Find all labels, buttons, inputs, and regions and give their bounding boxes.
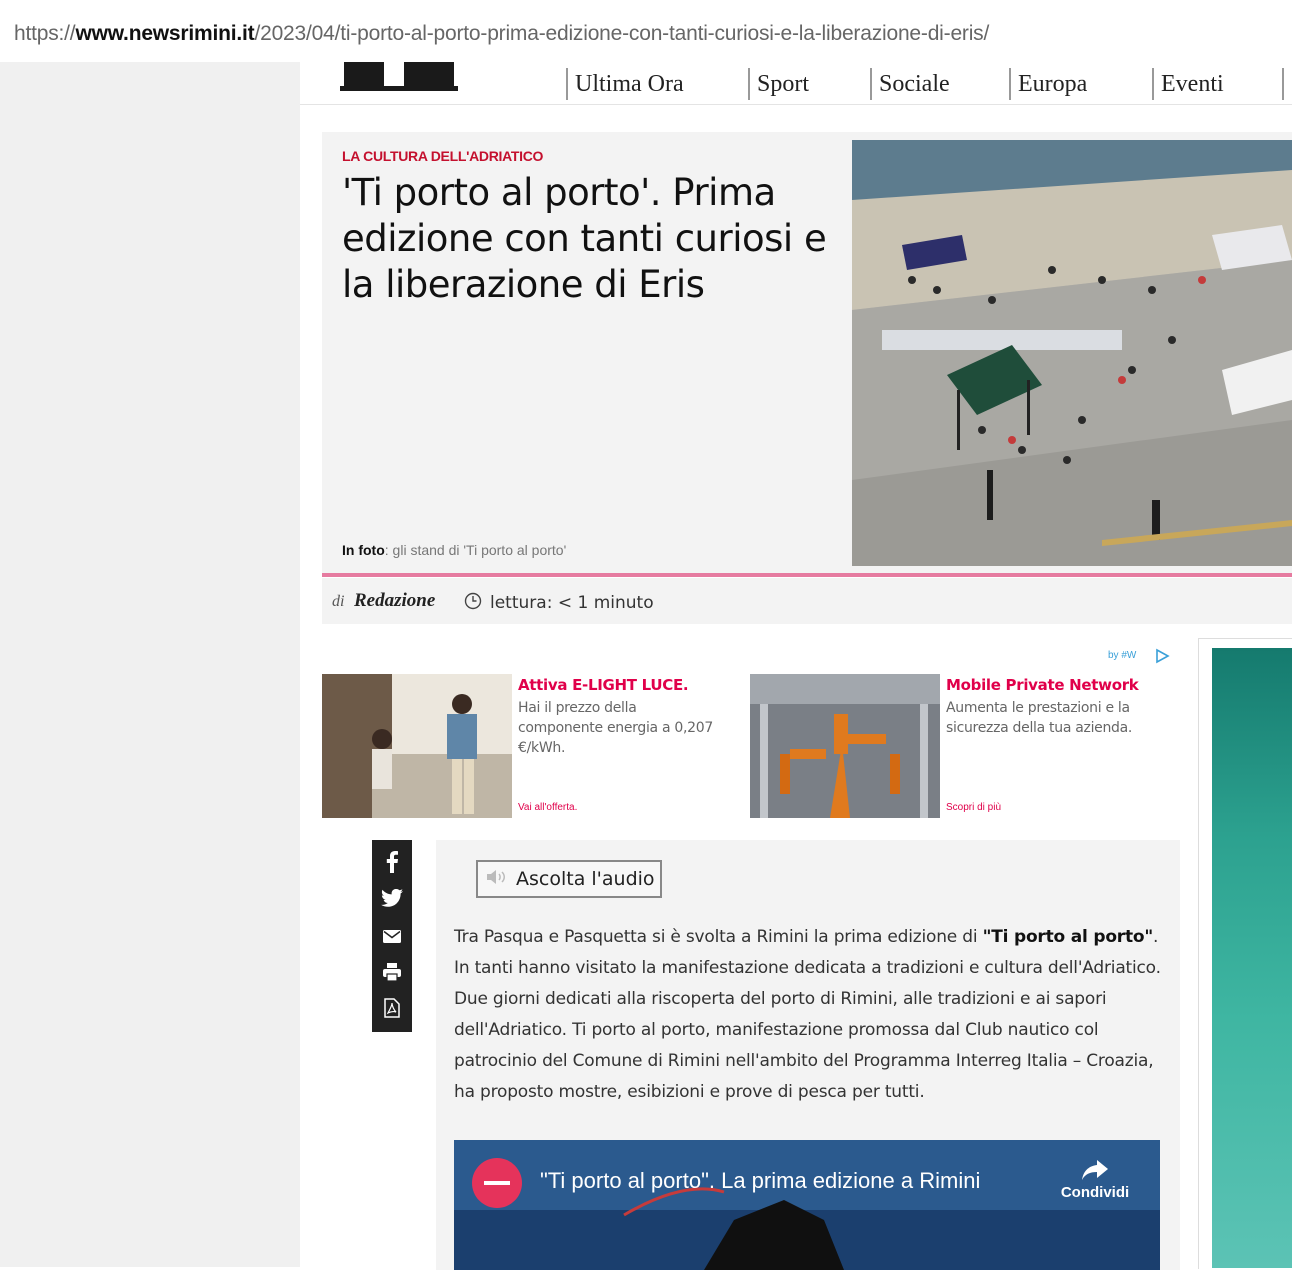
photo-caption: In foto: gli stand di 'Ti porto al porto… [342, 542, 566, 558]
nav-item-sociale[interactable]: Sociale [870, 68, 950, 100]
hero-photo[interactable] [852, 140, 1292, 566]
ad-description: Aumenta le prestazioni e la sicurezza de… [946, 700, 1133, 736]
byline-author[interactable]: Redazione [354, 590, 435, 612]
channel-logo[interactable] [472, 1158, 522, 1208]
nav-separator [1282, 68, 1284, 100]
video-share-label: Condividi [1060, 1184, 1130, 1201]
top-navigation: Ultima Ora Sport Sociale Europa Eventi [300, 62, 1292, 105]
caption-text: : gli stand di 'Ti porto al porto' [384, 542, 567, 558]
page-content: Ultima Ora Sport Sociale Europa Eventi L… [300, 62, 1292, 1270]
article-body: Ascolta l'audio Tra Pasqua e Pasquetta s… [436, 840, 1180, 1270]
body-intro: Tra Pasqua e Pasquetta si è svolta a Rim… [454, 927, 983, 947]
facebook-icon[interactable] [372, 846, 412, 878]
ad-link[interactable]: Scopri di più [946, 802, 1001, 813]
left-gutter [0, 62, 300, 1267]
url-domain: www.newsrimini.it [75, 22, 255, 45]
ad-card-enel[interactable]: Attiva E-LIGHT LUCE. Hai il prezzo della… [322, 650, 742, 818]
ad-title[interactable]: Attiva E-LIGHT LUCE. [518, 676, 689, 694]
ad-title[interactable]: Mobile Private Network [946, 676, 1139, 694]
listen-audio-button[interactable]: Ascolta l'audio [476, 860, 662, 898]
address-bar[interactable]: https://www.newsrimini.it/2023/04/ti-por… [0, 0, 1292, 62]
caption-label: In foto [342, 542, 385, 558]
ad-image[interactable] [750, 674, 940, 818]
article-hero: LA CULTURA DELL'ADRIATICO 'Ti porto al p… [322, 132, 1292, 574]
twitter-icon[interactable] [372, 882, 412, 914]
ad-description: Hai il prezzo della componente energia a… [518, 700, 713, 756]
article-byline: di Redazione lettura: < 1 minuto [322, 578, 1292, 624]
video-share-button[interactable]: Condividi [1050, 1160, 1140, 1201]
site-logo[interactable] [340, 62, 458, 92]
body-event-name: "Ti porto al porto" [982, 927, 1154, 947]
ad-link[interactable]: Vai all'offerta. [518, 802, 577, 813]
sidebar-ad[interactable] [1212, 648, 1292, 1268]
article-kicker[interactable]: LA CULTURA DELL'ADRIATICO [342, 148, 543, 164]
nav-item-sport[interactable]: Sport [748, 68, 809, 100]
share-arrow-icon [1050, 1160, 1140, 1184]
clock-icon [464, 592, 482, 610]
listen-audio-label: Ascolta l'audio [516, 868, 655, 890]
video-title[interactable]: "Ti porto al porto". La prima edizione a… [540, 1168, 980, 1194]
url-path: /2023/04/ti-porto-al-porto-prima-edizion… [254, 22, 990, 45]
video-player[interactable]: "Ti porto al porto". La prima edizione a… [454, 1140, 1160, 1270]
article-headline: 'Ti porto al porto'. Prima edizione con … [342, 171, 827, 306]
body-text: . In tanti hanno visitato la manifestazi… [454, 927, 1161, 1102]
nav-item-europa[interactable]: Europa [1009, 68, 1087, 100]
reading-time: lettura: < 1 minuto [490, 593, 654, 613]
ad-card-network[interactable]: Mobile Private Network Aumenta le presta… [750, 650, 1178, 818]
pdf-icon[interactable] [372, 992, 412, 1024]
url-scheme: https:// [14, 22, 76, 45]
ad-image[interactable] [322, 674, 512, 818]
email-icon[interactable] [372, 920, 412, 952]
article-paragraph: Tra Pasqua e Pasquetta si è svolta a Rim… [454, 922, 1164, 1108]
byline-prefix: di [332, 593, 345, 610]
hero-divider [322, 573, 1292, 577]
nav-item-eventi[interactable]: Eventi [1152, 68, 1224, 100]
speaker-icon [486, 868, 508, 890]
nav-item-ultima-ora[interactable]: Ultima Ora [566, 68, 684, 100]
share-toolbar [372, 840, 412, 1032]
print-icon[interactable] [372, 956, 412, 988]
sponsored-ads: by #W Attiva E-LIGHT LUCE. Hai il prezzo… [322, 648, 1178, 820]
url-text[interactable]: https://www.newsrimini.it/2023/04/ti-por… [14, 22, 989, 46]
